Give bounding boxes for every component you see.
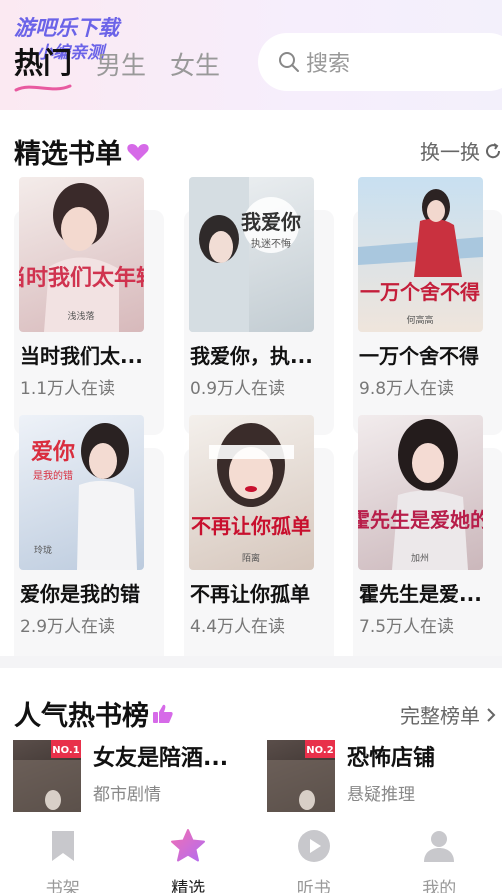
svg-text:霍先生是爱她的: 霍先生是爱她的 — [358, 508, 483, 532]
refresh-button[interactable]: 换一换 — [420, 136, 502, 165]
book-cover: 爱你 是我的错 玲珑 — [19, 415, 144, 570]
heart-icon — [127, 143, 149, 161]
tab-male[interactable]: 男生 — [96, 46, 146, 82]
book-card[interactable]: 我爱你 执迷不悔 我爱你，执... 0.9万人在读 — [184, 177, 334, 435]
nav-label: 听书 — [296, 879, 331, 893]
rank-cover: NO.2 — [267, 740, 335, 812]
svg-text:NO.2: NO.2 — [306, 745, 333, 756]
book-title: 当时我们太... — [20, 344, 143, 368]
tab-active-underline — [14, 84, 72, 92]
book-reads: 0.9万人在读 — [190, 379, 286, 399]
nav-bookshelf[interactable]: 书架 — [0, 812, 126, 893]
full-ranking-link[interactable]: 完整榜单 — [400, 700, 498, 729]
book-cover: 霍先生是爱她的 加州 — [358, 415, 483, 570]
svg-text:何高高: 何高高 — [406, 314, 433, 326]
refresh-label: 换一换 — [420, 140, 480, 164]
nav-label: 精选 — [171, 879, 206, 893]
svg-text:陌离: 陌离 — [242, 552, 260, 564]
bookmark-icon — [51, 831, 74, 861]
tab-female-label: 女生 — [170, 51, 221, 80]
svg-text:浅浅落: 浅浅落 — [67, 310, 94, 322]
svg-text:一万个舍不得: 一万个舍不得 — [360, 280, 480, 304]
ranking-item[interactable]: NO.1 女友是陪酒... 都市剧情 — [13, 740, 248, 812]
star-icon — [171, 829, 206, 862]
book-card[interactable]: 霍先生是爱她的 加州 霍先生是爱... 7.5万人在读 — [353, 415, 502, 673]
full-ranking-label: 完整榜单 — [400, 704, 480, 728]
book-card[interactable]: 一万个舍不得 何高高 一万个舍不得 9.8万人在读 — [353, 177, 502, 435]
book-cover: 我爱你 执迷不悔 — [189, 177, 314, 332]
nav-audiobook[interactable]: 听书 — [251, 812, 377, 893]
svg-text:当时我们太年轻: 当时我们太年轻 — [19, 265, 144, 291]
tab-hot[interactable]: 热门 — [14, 40, 73, 92]
rank-title: 恐怖店铺 — [347, 746, 436, 771]
svg-text:不再让你孤单: 不再让你孤单 — [191, 514, 311, 538]
nav-featured[interactable]: 精选 — [126, 812, 252, 893]
ranking-title-text: 人气热书榜 — [14, 701, 149, 732]
tab-male-label: 男生 — [96, 51, 147, 80]
book-cover: 一万个舍不得 何高高 — [358, 177, 483, 332]
svg-text:加州: 加州 — [411, 553, 429, 564]
rank-title: 女友是陪酒... — [93, 746, 229, 771]
book-title: 霍先生是爱... — [359, 582, 482, 606]
svg-text:我爱你: 我爱你 — [241, 210, 301, 234]
top-header: 游吧乐下载 小编亲测 热门 男生 女生 搜索 — [0, 0, 502, 110]
featured-section: 精选书单 换一换 当时我们太年轻 浅浅落 当时我们太... 1.1万人在读 — [0, 110, 502, 673]
thumbs-up-icon — [153, 704, 173, 723]
book-title: 一万个舍不得 — [359, 344, 479, 368]
svg-text:玲珑: 玲珑 — [34, 544, 52, 556]
play-icon — [297, 830, 330, 862]
svg-text:爱你: 爱你 — [31, 440, 75, 465]
book-reads: 2.9万人在读 — [20, 617, 116, 637]
chevron-right-icon — [487, 707, 496, 722]
book-reads: 4.4万人在读 — [190, 617, 286, 637]
nav-label: 我的 — [422, 879, 457, 893]
nav-label: 书架 — [45, 879, 80, 893]
svg-text:执迷不悔: 执迷不悔 — [251, 237, 291, 250]
book-cover: 不再让你孤单 陌离 — [189, 415, 314, 570]
rank-category: 悬疑推理 — [347, 785, 415, 805]
book-card[interactable]: 不再让你孤单 陌离 不再让你孤单 4.4万人在读 — [184, 415, 334, 673]
rank-cover: NO.1 — [13, 740, 81, 812]
tab-female[interactable]: 女生 — [170, 46, 220, 82]
bottom-nav: 书架 精选 听书 我的 — [0, 812, 502, 893]
book-reads: 9.8万人在读 — [359, 379, 455, 399]
ranking-title: 人气热书榜 — [14, 694, 175, 733]
featured-title-text: 精选书单 — [14, 139, 122, 170]
featured-title: 精选书单 — [14, 132, 150, 171]
book-reads: 1.1万人在读 — [20, 379, 116, 399]
section-divider — [0, 656, 502, 668]
rank-category: 都市剧情 — [93, 785, 161, 805]
refresh-icon — [486, 142, 501, 158]
nav-profile[interactable]: 我的 — [377, 812, 502, 893]
book-title: 不再让你孤单 — [190, 582, 310, 606]
tab-hot-label: 热门 — [14, 46, 73, 80]
search-bar[interactable]: 搜索 — [258, 33, 502, 91]
book-cover: 当时我们太年轻 浅浅落 — [19, 177, 144, 332]
user-icon — [424, 831, 455, 862]
svg-text:NO.1: NO.1 — [52, 745, 79, 756]
book-title: 我爱你，执... — [190, 344, 313, 368]
book-reads: 7.5万人在读 — [359, 617, 455, 637]
book-card[interactable]: 当时我们太年轻 浅浅落 当时我们太... 1.1万人在读 — [14, 177, 164, 435]
ranking-item[interactable]: NO.2 恐怖店铺 悬疑推理 — [267, 740, 502, 812]
book-card[interactable]: 爱你 是我的错 玲珑 爱你是我的错 2.9万人在读 — [14, 415, 164, 673]
category-tabs: 热门 男生 女生 — [14, 46, 244, 92]
search-icon — [279, 52, 299, 72]
svg-text:是我的错: 是我的错 — [33, 469, 73, 482]
search-placeholder: 搜索 — [306, 52, 351, 77]
book-title: 爱你是我的错 — [20, 582, 140, 606]
